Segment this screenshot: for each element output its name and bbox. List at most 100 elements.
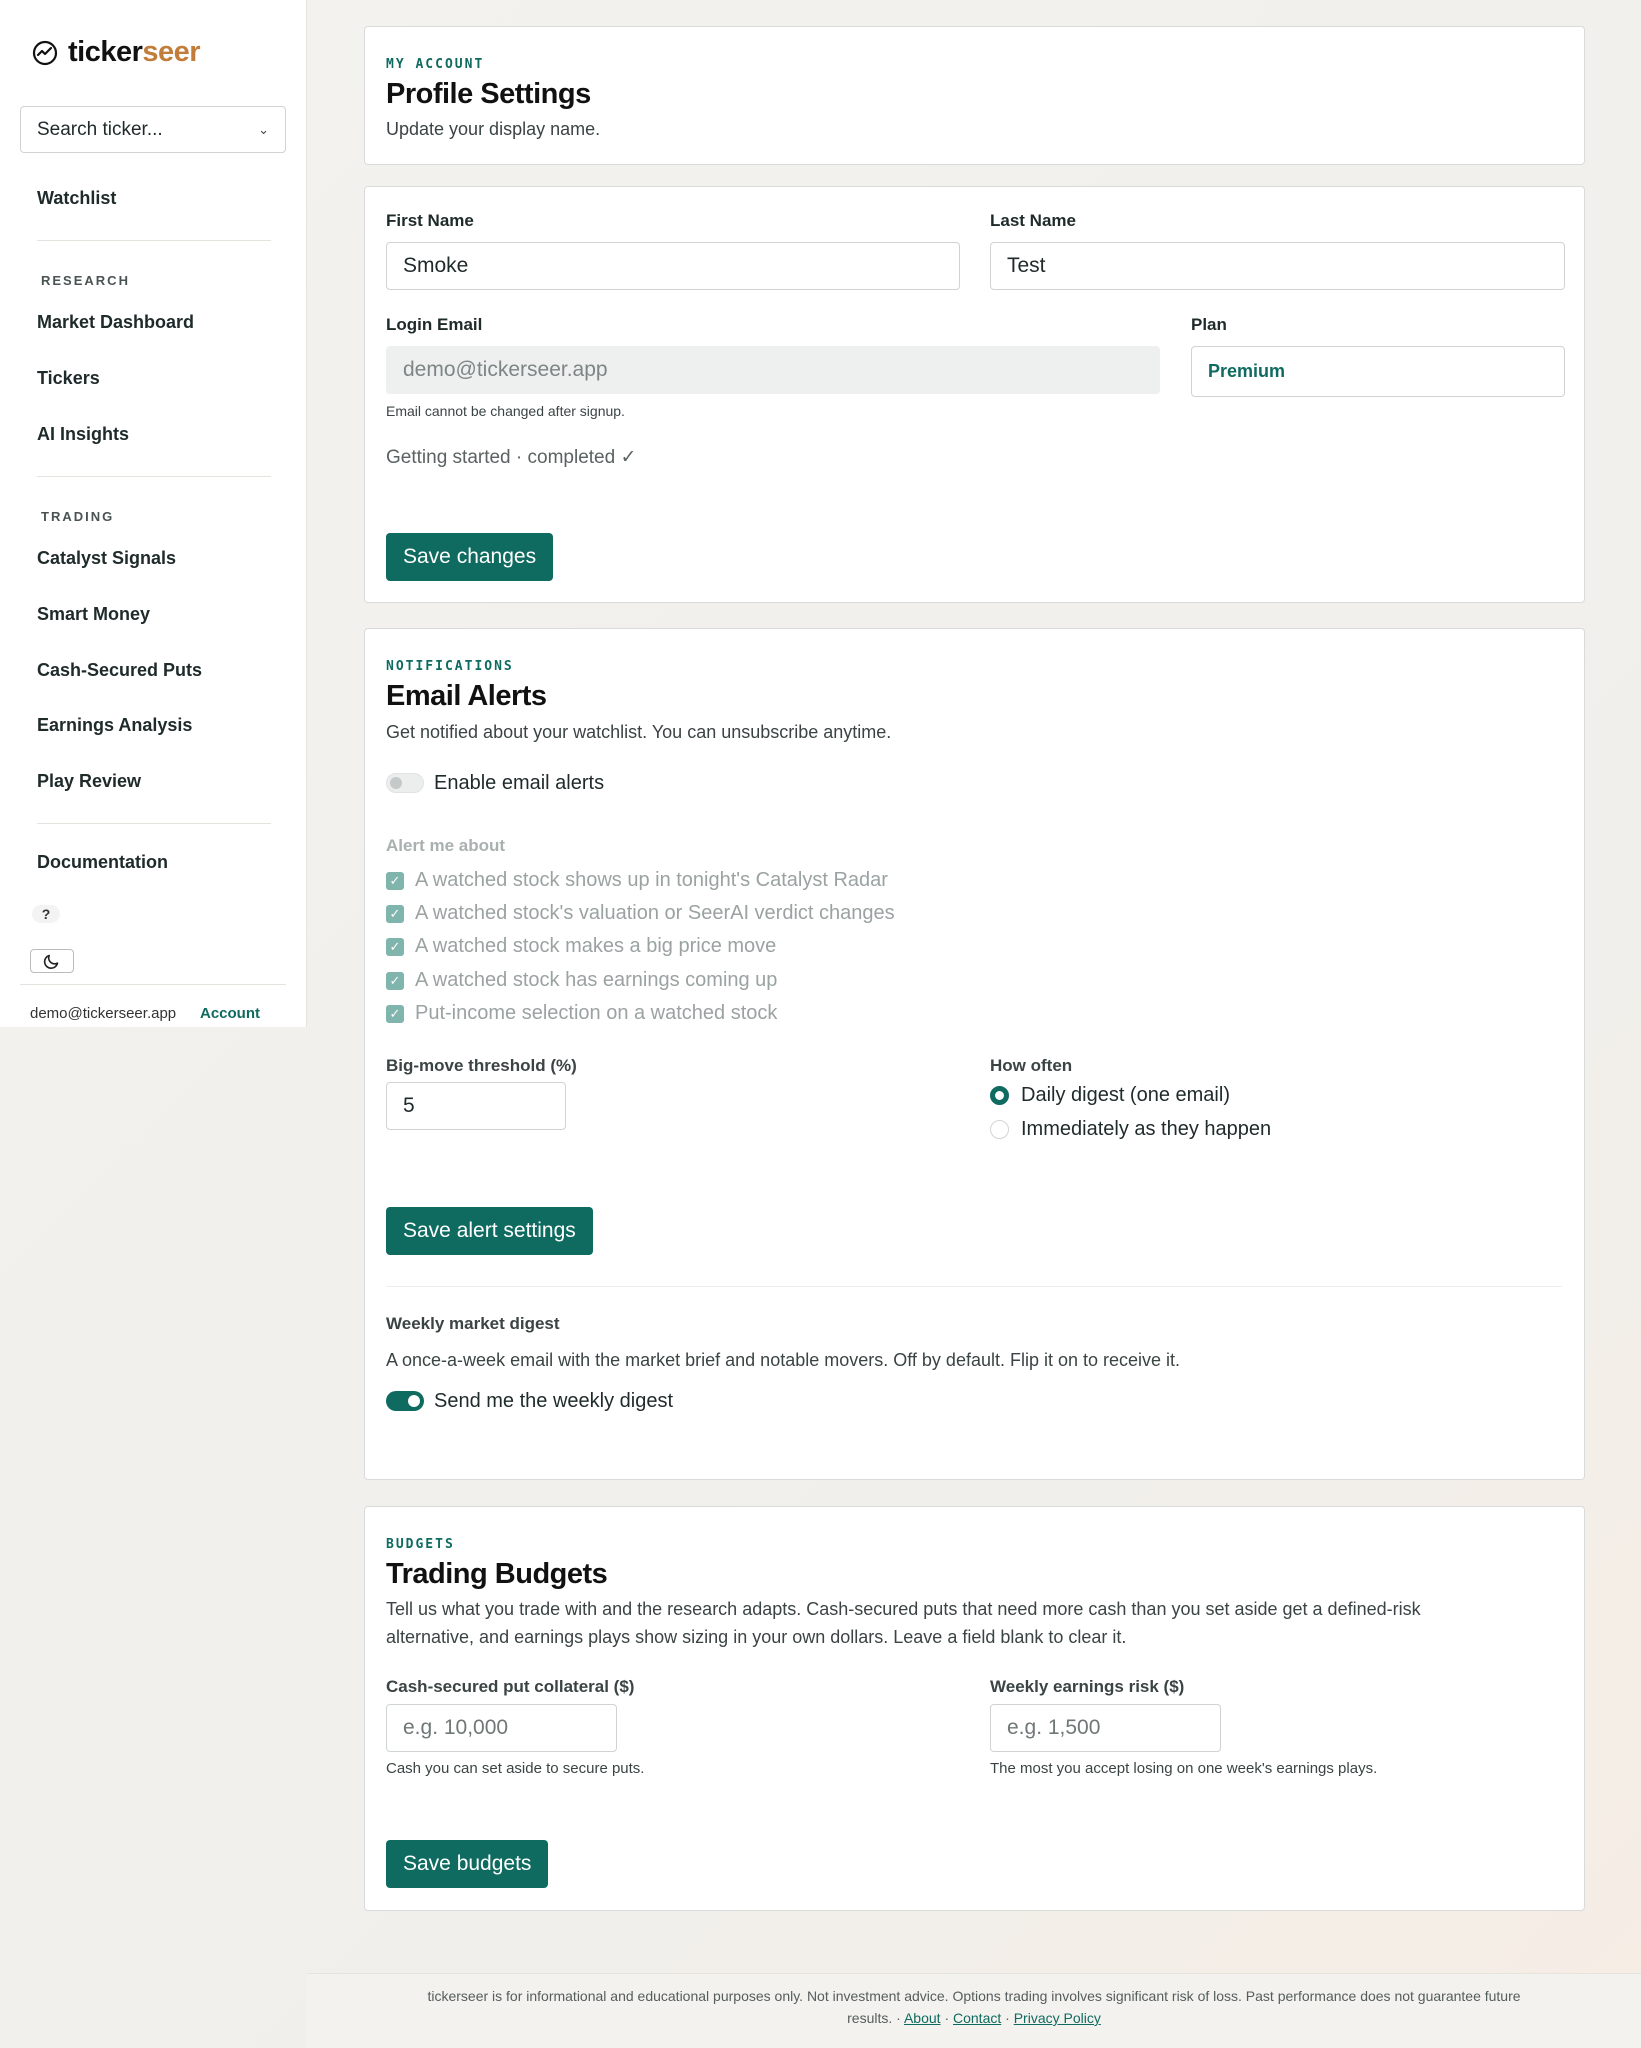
- budgets-eyebrow: BUDGETS: [386, 1537, 455, 1552]
- sidebar-section-research: RESEARCH: [41, 273, 130, 288]
- login-email-label: Login Email: [386, 315, 483, 334]
- sidebar: tickerseer Search ticker... ⌄ Watchlist …: [0, 0, 307, 1027]
- onboarding-status: Getting started · completed ✓: [386, 447, 637, 468]
- contact-link[interactable]: Contact: [953, 2010, 1001, 2026]
- alert-option-label: A watched stock has earnings coming up: [415, 969, 778, 991]
- help-button[interactable]: ?: [32, 905, 60, 923]
- brand-logo[interactable]: tickerseer: [32, 36, 201, 69]
- checkbox-checked-icon: ✓: [386, 1004, 404, 1023]
- sidebar-item-smart-money[interactable]: Smart Money: [37, 604, 150, 625]
- collateral-field[interactable]: [386, 1704, 617, 1752]
- frequency-option-daily[interactable]: Daily digest (one email): [990, 1084, 1230, 1107]
- sidebar-divider: [20, 984, 286, 985]
- brand-name: tickerseer: [68, 36, 201, 68]
- disclaimer-line2-text: results. ·: [847, 2010, 901, 2026]
- alert-me-about-label: Alert me about: [386, 836, 506, 855]
- chevron-down-icon: ⌄: [258, 121, 269, 137]
- account-link[interactable]: Account: [200, 1005, 260, 1022]
- footer-separator: ·: [944, 2010, 950, 2026]
- earnings-risk-label: Weekly earnings risk ($): [990, 1677, 1185, 1696]
- frequency-label: How often: [990, 1056, 1073, 1075]
- alerts-subtitle: Get notified about your watchlist. You c…: [386, 722, 892, 742]
- alert-option-earnings[interactable]: ✓ A watched stock has earnings coming up: [386, 969, 777, 992]
- first-name-field[interactable]: [386, 242, 960, 290]
- alert-option-label: A watched stock shows up in tonight's Ca…: [415, 869, 888, 891]
- alert-option-catalyst-radar[interactable]: ✓ A watched stock shows up in tonight's …: [386, 869, 888, 892]
- sidebar-item-catalyst-signals[interactable]: Catalyst Signals: [37, 548, 176, 569]
- section-divider: [386, 1286, 1562, 1287]
- budgets-title: Trading Budgets: [386, 1558, 608, 1590]
- weekly-digest-title: Weekly market digest: [386, 1314, 560, 1333]
- disclaimer-line2: results. · About · Contact · Privacy Pol…: [347, 2007, 1601, 2029]
- earnings-risk-field[interactable]: [990, 1704, 1221, 1752]
- page-title: Profile Settings: [386, 78, 591, 110]
- radio-unselected-icon: [990, 1120, 1009, 1139]
- frequency-option-label: Daily digest (one email): [1021, 1084, 1230, 1106]
- profile-form-card: First Name Last Name Login Email Email c…: [364, 186, 1585, 603]
- checkbox-checked-icon: ✓: [386, 937, 404, 956]
- budgets-description-line2: alternative, and earnings plays show siz…: [386, 1627, 1127, 1647]
- earnings-risk-hint: The most you accept losing on one week's…: [990, 1760, 1378, 1777]
- alert-option-big-move[interactable]: ✓ A watched stock makes a big price move: [386, 935, 776, 958]
- enable-email-alerts-toggle[interactable]: [386, 773, 424, 793]
- collateral-hint: Cash you can set aside to secure puts.: [386, 1760, 645, 1777]
- alert-option-put-income[interactable]: ✓ Put-income selection on a watched stoc…: [386, 1002, 777, 1025]
- alert-option-label: A watched stock makes a big price move: [415, 935, 777, 957]
- radio-selected-icon: [990, 1086, 1009, 1105]
- trading-budgets-card: BUDGETS Trading Budgets Tell us what you…: [364, 1506, 1585, 1911]
- disclaimer-line1: tickerseer is for informational and educ…: [427, 1988, 1521, 2004]
- alert-option-valuation-change[interactable]: ✓ A watched stock's valuation or SeerAI …: [386, 902, 895, 925]
- sidebar-item-ai-insights[interactable]: AI Insights: [37, 424, 129, 445]
- sidebar-section-trading: TRADING: [41, 509, 115, 524]
- sidebar-item-watchlist[interactable]: Watchlist: [37, 188, 116, 209]
- weekly-digest-description: A once-a-week email with the market brie…: [386, 1350, 1181, 1370]
- last-name-field[interactable]: [990, 242, 1565, 290]
- alert-option-label: Put-income selection on a watched stock: [415, 1002, 778, 1024]
- frequency-option-label: Immediately as they happen: [1021, 1118, 1272, 1140]
- sidebar-divider: [37, 823, 271, 824]
- sidebar-item-play-review[interactable]: Play Review: [37, 771, 141, 792]
- enable-email-alerts-label: Enable email alerts: [434, 772, 605, 794]
- weekly-digest-toggle-label: Send me the weekly digest: [434, 1390, 674, 1412]
- sidebar-divider: [37, 476, 271, 477]
- alert-option-label: A watched stock's valuation or SeerAI ve…: [415, 902, 895, 924]
- privacy-policy-link[interactable]: Privacy Policy: [1014, 2010, 1101, 2026]
- email-alerts-card: NOTIFICATIONS Email Alerts Get notified …: [364, 628, 1585, 1480]
- footer-separator: ·: [1005, 2010, 1010, 2026]
- page-footer: tickerseer is for informational and educ…: [307, 1973, 1641, 2048]
- sidebar-divider: [37, 240, 271, 241]
- plan-label: Plan: [1191, 315, 1227, 334]
- alerts-eyebrow: NOTIFICATIONS: [386, 659, 514, 674]
- profile-eyebrow: MY ACCOUNT: [386, 57, 485, 72]
- profile-subtitle: Update your display name.: [386, 119, 601, 139]
- plan-field: [1191, 346, 1565, 397]
- budgets-description-line1: Tell us what you trade with and the rese…: [386, 1599, 1421, 1619]
- ticker-search-select[interactable]: Search ticker... ⌄: [20, 106, 286, 153]
- first-name-label: First Name: [386, 211, 474, 230]
- save-alert-settings-button[interactable]: Save alert settings: [386, 1207, 593, 1255]
- sidebar-item-market-dashboard[interactable]: Market Dashboard: [37, 312, 194, 333]
- last-name-label: Last Name: [990, 211, 1076, 230]
- sidebar-item-cash-secured-puts[interactable]: Cash-Secured Puts: [37, 660, 202, 681]
- ticker-search-label: Search ticker...: [37, 118, 163, 140]
- checkbox-checked-icon: ✓: [386, 904, 404, 923]
- alerts-title: Email Alerts: [386, 680, 547, 712]
- checkbox-checked-icon: ✓: [386, 871, 404, 890]
- threshold-field[interactable]: [386, 1082, 566, 1130]
- email-hint: Email cannot be changed after signup.: [386, 403, 625, 419]
- collateral-label: Cash-secured put collateral ($): [386, 1677, 635, 1696]
- sidebar-item-tickers[interactable]: Tickers: [37, 368, 100, 389]
- threshold-label: Big-move threshold (%): [386, 1056, 577, 1075]
- sidebar-item-documentation[interactable]: Documentation: [37, 852, 168, 873]
- theme-toggle-button[interactable]: [30, 949, 74, 973]
- save-changes-button[interactable]: Save changes: [386, 533, 554, 581]
- user-email: demo@tickerseer.app: [30, 1005, 177, 1022]
- checkbox-checked-icon: ✓: [386, 971, 404, 990]
- profile-header-card: MY ACCOUNT Profile Settings Update your …: [364, 26, 1585, 165]
- frequency-option-immediate[interactable]: Immediately as they happen: [990, 1118, 1271, 1141]
- trend-circle-icon: [32, 40, 58, 65]
- sidebar-item-earnings-analysis[interactable]: Earnings Analysis: [37, 715, 192, 736]
- save-budgets-button[interactable]: Save budgets: [386, 1840, 549, 1888]
- weekly-digest-toggle[interactable]: [386, 1391, 424, 1411]
- about-link[interactable]: About: [904, 2010, 941, 2026]
